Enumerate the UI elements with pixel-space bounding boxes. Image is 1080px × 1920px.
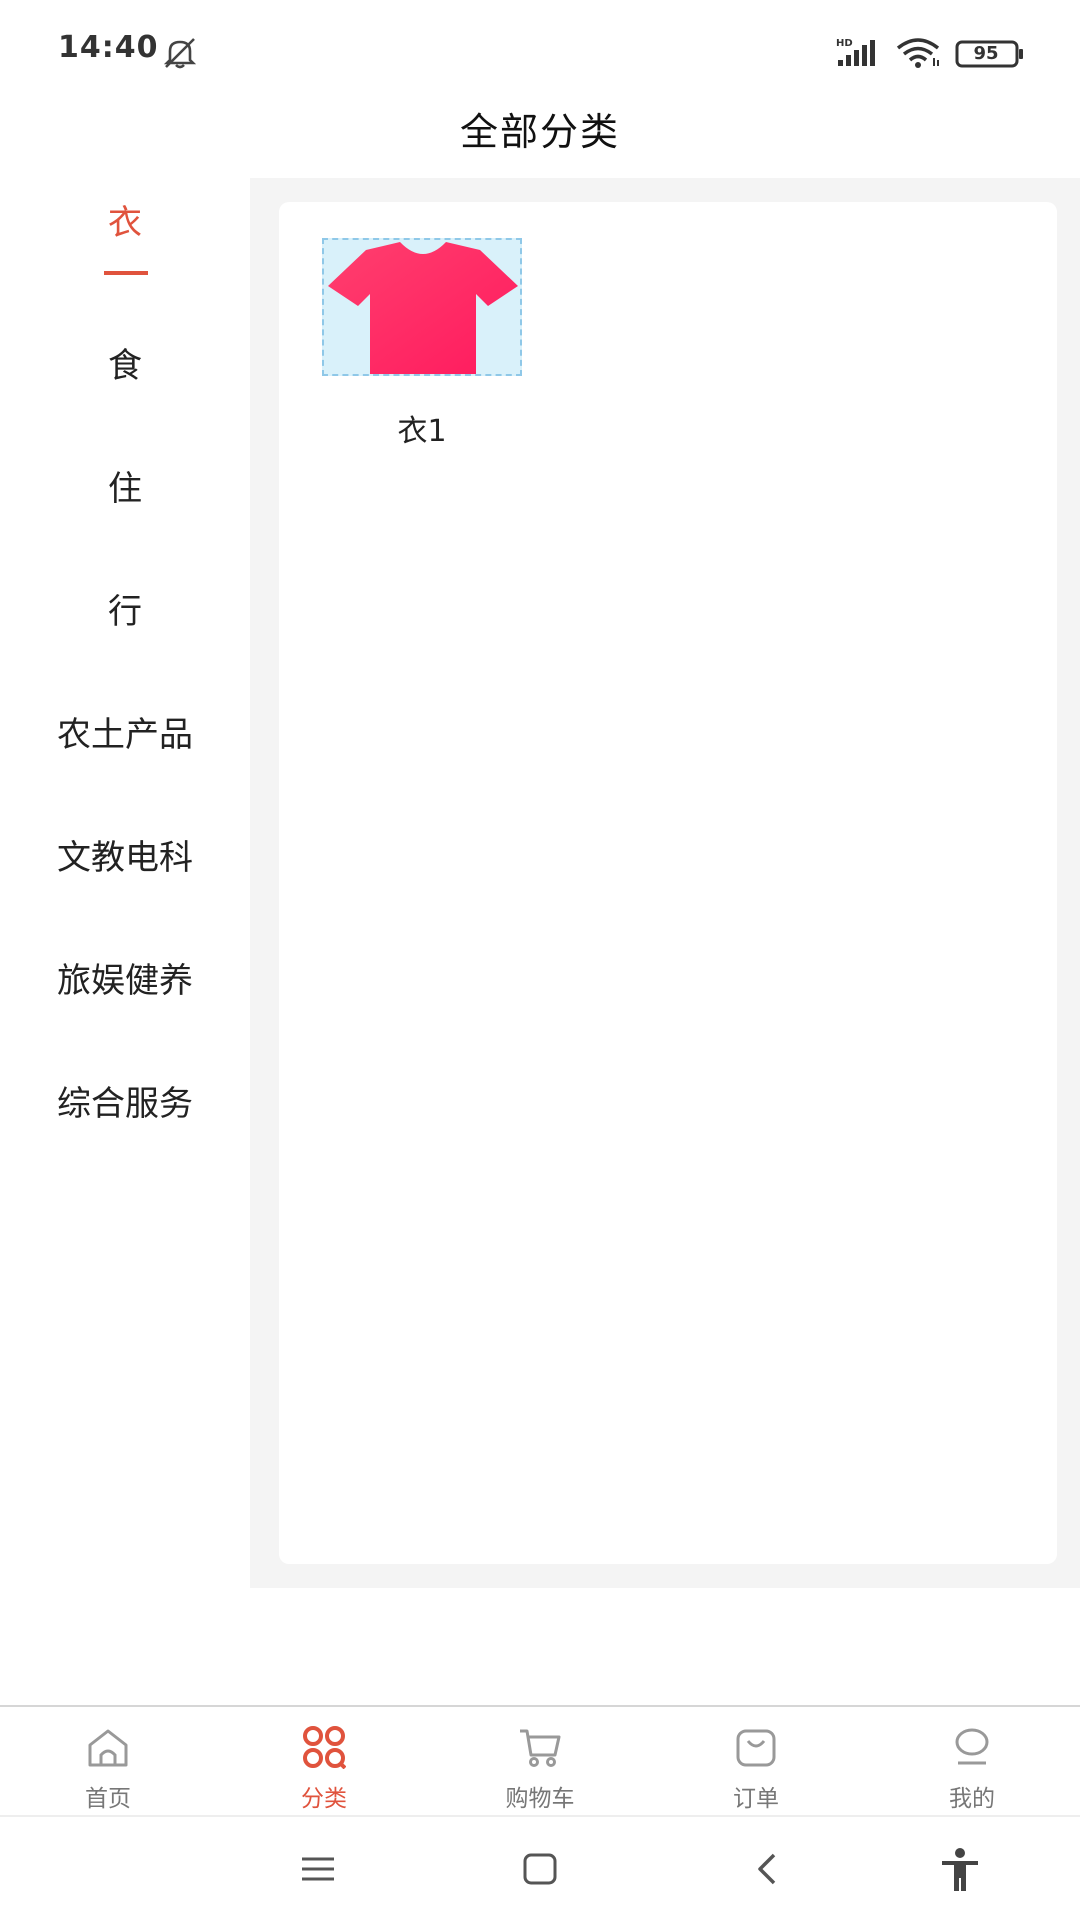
- category-item-housing[interactable]: 住: [0, 424, 250, 547]
- page-title: 全部分类: [459, 110, 620, 154]
- status-bar: 14:40 HD 95: [0, 0, 1080, 100]
- category-item-clothing[interactable]: 衣: [0, 178, 250, 301]
- category-item-food[interactable]: 食: [0, 301, 250, 424]
- hd-signal-icon: HD: [836, 38, 875, 66]
- category-sidebar: 衣 食 住 行 农土产品 文教电科 旅娱健养 综合服务: [0, 178, 250, 1162]
- tshirt-icon: [328, 242, 518, 374]
- home-square-icon[interactable]: [516, 1847, 564, 1891]
- accessibility-icon[interactable]: [936, 1847, 984, 1891]
- tab-category[interactable]: 分类: [216, 1723, 432, 1813]
- tab-cart-label: 购物车: [505, 1786, 575, 1812]
- category-item-education-tech[interactable]: 文教电科: [0, 793, 250, 916]
- category-grid-icon: [303, 1726, 346, 1769]
- tab-profile[interactable]: 我的: [864, 1723, 1080, 1813]
- system-nav-bar: [0, 1817, 1080, 1920]
- product-image: [322, 238, 522, 376]
- tab-orders[interactable]: 订单: [648, 1723, 864, 1813]
- product-name: 衣1: [397, 414, 447, 449]
- tab-category-label: 分类: [301, 1786, 347, 1812]
- order-bag-icon: [736, 1729, 776, 1767]
- category-item-travel[interactable]: 行: [0, 547, 250, 670]
- bottom-tab-bar: 首页 分类 购物车 订单 我的: [0, 1705, 1080, 1817]
- tab-home[interactable]: 首页: [0, 1723, 216, 1813]
- status-time: 14:40: [58, 30, 159, 65]
- battery-level: 95: [973, 43, 999, 64]
- tab-profile-label: 我的: [949, 1786, 995, 1812]
- category-item-farm-products[interactable]: 农土产品: [0, 670, 250, 793]
- screen: 14:40 HD 95 全部分类 衣 食 住 行 农土产品 文教电科 旅娱健养 …: [0, 0, 1080, 1920]
- cart-icon: [520, 1729, 561, 1767]
- category-item-leisure-health[interactable]: 旅娱健养: [0, 916, 250, 1039]
- product-item[interactable]: 衣1: [322, 238, 522, 450]
- tab-orders-label: 订单: [733, 1786, 779, 1812]
- menu-icon[interactable]: [294, 1847, 342, 1891]
- svg-text:HD: HD: [836, 38, 853, 49]
- back-icon[interactable]: [744, 1847, 792, 1891]
- home-icon: [88, 1729, 128, 1767]
- tab-cart[interactable]: 购物车: [432, 1723, 648, 1813]
- profile-icon: [955, 1728, 989, 1765]
- wifi-icon: [896, 38, 940, 68]
- tab-home-label: 首页: [85, 1786, 131, 1812]
- bell-off-icon: [163, 38, 197, 69]
- category-item-services[interactable]: 综合服务: [0, 1039, 250, 1162]
